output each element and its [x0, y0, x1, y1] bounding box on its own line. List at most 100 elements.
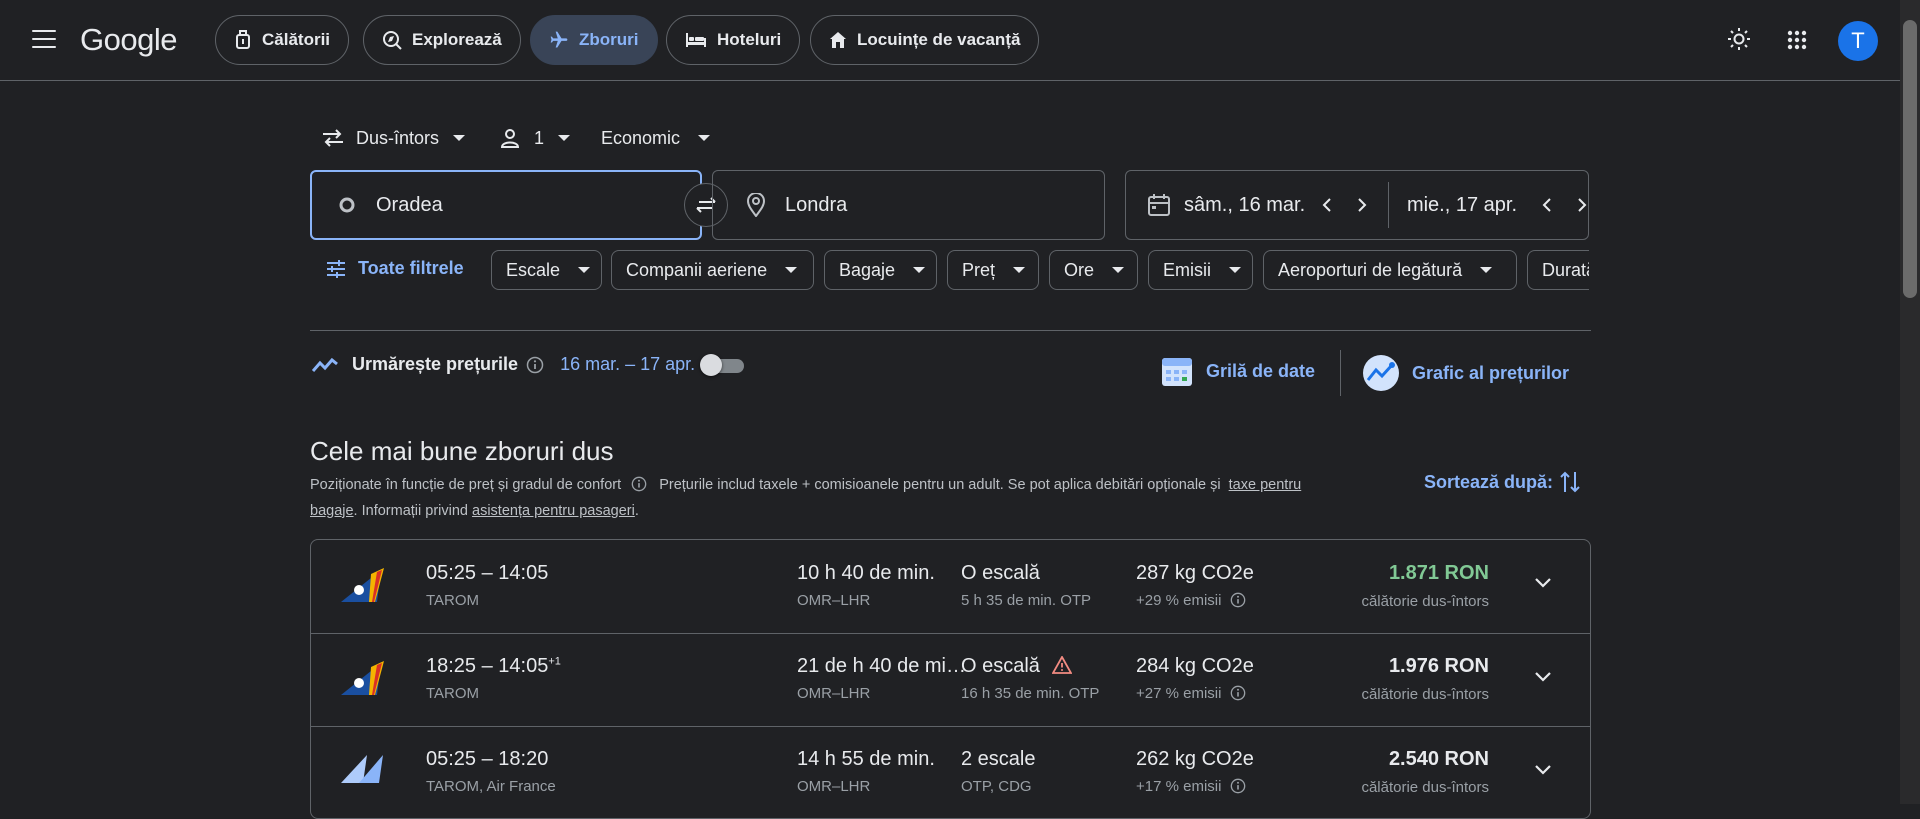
depart-date-next-icon[interactable]: [1356, 197, 1368, 213]
day-offset: +1: [548, 655, 561, 668]
origin-circle-icon: [339, 197, 355, 213]
cabin-class-select[interactable]: Economic: [601, 126, 711, 150]
tab-hotels-label: Hoteluri: [717, 30, 782, 49]
date-grid-icon: [1162, 358, 1192, 386]
filter-times-label: Ore: [1064, 259, 1095, 280]
filter-airlines[interactable]: Companii aeriene: [611, 250, 814, 290]
return-date-next-icon[interactable]: [1576, 197, 1588, 213]
emissions-delta: +27 % emisii: [1136, 685, 1246, 702]
depart-date-previous-icon[interactable]: [1321, 197, 1333, 213]
account-avatar[interactable]: T: [1838, 21, 1878, 61]
tab-hotels[interactable]: Hoteluri: [666, 15, 801, 65]
price-graph-button[interactable]: Grafic al prețurilor: [1362, 354, 1569, 392]
trip-type-select[interactable]: Dus-întors: [322, 126, 466, 150]
flight-route: OMR–LHR: [797, 685, 871, 702]
date-grid-button[interactable]: Grilă de date: [1160, 354, 1315, 388]
filter-emissions[interactable]: Emisii: [1148, 250, 1253, 290]
price-note: călătorie dus-întors: [1361, 686, 1489, 703]
emissions-delta: +17 % emisii: [1136, 778, 1246, 795]
flight-result-row[interactable]: 05:25 – 14:05 TAROM 10 h 40 de min. OMR–…: [311, 540, 1590, 633]
tab-travel-label: Călătorii: [262, 30, 331, 49]
expand-chevron-icon[interactable]: [1533, 670, 1553, 684]
price-note: călătorie dus-întors: [1361, 779, 1489, 796]
apps-grid-icon[interactable]: [1787, 30, 1807, 50]
flight-times: 05:25 – 14:05: [426, 562, 548, 585]
filter-connecting-airports[interactable]: Aeroporturi de legătură: [1263, 250, 1517, 290]
tab-explore[interactable]: Explorează: [363, 15, 521, 65]
flight-emissions: 262 kg CO2e: [1136, 748, 1254, 770]
tab-flights-label: Zboruri: [579, 30, 639, 49]
passenger-assistance-link[interactable]: asistența pentru pasageri: [472, 503, 635, 519]
destination-field[interactable]: Londra: [712, 170, 1105, 240]
google-logo[interactable]: Google: [80, 22, 177, 58]
origin-value: Oradea: [376, 193, 443, 216]
airline-name: TAROM: [426, 592, 480, 609]
page-scrollbar-thumb[interactable]: [1903, 20, 1917, 298]
info-icon[interactable]: [1230, 778, 1246, 794]
explore-icon: [383, 31, 402, 50]
chevron-down-icon: [1480, 267, 1493, 273]
person-icon: [500, 129, 520, 148]
airplane-icon: [550, 31, 568, 48]
flight-price: 1.976 RON: [1388, 655, 1489, 677]
passengers-select[interactable]: 1: [500, 126, 571, 150]
filter-times[interactable]: Ore: [1049, 250, 1138, 290]
stop-detail: OTP, CDG: [961, 778, 1032, 795]
main-menu-icon[interactable]: [32, 30, 56, 48]
tab-flights[interactable]: Zboruri: [530, 15, 658, 65]
tab-vacation-rentals[interactable]: Locuințe de vacanță: [810, 15, 1040, 65]
price-note: călătorie dus-întors: [1361, 593, 1489, 610]
filter-stops[interactable]: Escale: [491, 250, 602, 290]
suitcase-icon: [236, 30, 250, 49]
tarom-logo: [341, 568, 384, 602]
price-graph-icon: [1363, 355, 1399, 391]
expand-chevron-icon[interactable]: [1533, 576, 1553, 590]
expand-chevron-icon[interactable]: [1533, 763, 1553, 777]
chevron-down-icon: [578, 267, 591, 273]
tracking-divider: [1340, 350, 1341, 396]
sort-by-button[interactable]: Sortează după:: [1424, 470, 1581, 494]
flight-price: 1.871 RON: [1388, 562, 1489, 584]
filter-bags[interactable]: Bagaje: [824, 250, 937, 290]
chevron-down-icon: [1229, 267, 1241, 273]
origin-field[interactable]: Oradea: [310, 170, 702, 240]
track-prices-toggle[interactable]: [700, 354, 744, 376]
tarom-logo: [341, 661, 384, 695]
flight-times-text: 18:25 – 14:05: [426, 655, 549, 677]
tab-travel[interactable]: Călătorii: [215, 15, 350, 65]
ranking-note: Poziționate în funcție de preț și gradul…: [310, 477, 622, 493]
location-pin-icon: [747, 193, 765, 217]
info-icon[interactable]: [1230, 592, 1246, 608]
top-app-bar: Google Călătorii Explorează Zboruri Hote…: [0, 0, 1900, 81]
flight-stops: O escală: [961, 655, 1073, 678]
tab-vacation-rentals-label: Locuințe de vacanță: [857, 30, 1021, 49]
flight-times: 05:25 – 18:20: [426, 748, 548, 771]
return-date-previous-icon[interactable]: [1541, 197, 1553, 213]
info-icon[interactable]: [1230, 685, 1246, 701]
theme-brightness-icon[interactable]: [1728, 28, 1750, 50]
toggle-knob: [700, 354, 722, 376]
info-text: . Informații privind: [353, 503, 468, 519]
baggage-fees-link[interactable]: taxe pentru: [1229, 477, 1302, 493]
flight-result-row[interactable]: 18:25 – 14:05+1 TAROM 21 de h 40 de mi… …: [311, 633, 1590, 727]
flight-duration: 14 h 55 de min.: [797, 748, 935, 770]
info-icon[interactable]: [526, 356, 544, 374]
warning-icon[interactable]: [1050, 655, 1073, 674]
flight-stops: 2 escale: [961, 748, 1036, 770]
tune-filters-icon: [327, 259, 345, 278]
filter-emissions-label: Emisii: [1163, 259, 1211, 280]
depart-date-value[interactable]: sâm., 16 mar.: [1184, 194, 1309, 217]
all-filters-button[interactable]: Toate filtrele: [326, 258, 464, 279]
return-date-value[interactable]: mie., 17 apr.: [1407, 194, 1517, 217]
chevron-down-icon: [453, 135, 466, 141]
baggage-fees-link-continued[interactable]: bagaje: [310, 503, 354, 519]
prices-note: Prețurile includ taxele + comisioanele p…: [659, 477, 1221, 493]
flight-result-row[interactable]: 05:25 – 18:20 TAROM, Air France 14 h 55 …: [311, 726, 1590, 818]
price-graph-label: Grafic al prețurilor: [1412, 362, 1570, 383]
filter-price[interactable]: Preț: [947, 250, 1039, 290]
date-grid-label: Grilă de date: [1206, 360, 1316, 381]
filter-duration[interactable]: Durată: [1527, 250, 1589, 290]
stop-detail: 16 h 35 de min. OTP: [961, 685, 1100, 702]
track-prices-label: Urmărește prețurile: [352, 354, 519, 374]
info-icon[interactable]: [631, 476, 647, 492]
